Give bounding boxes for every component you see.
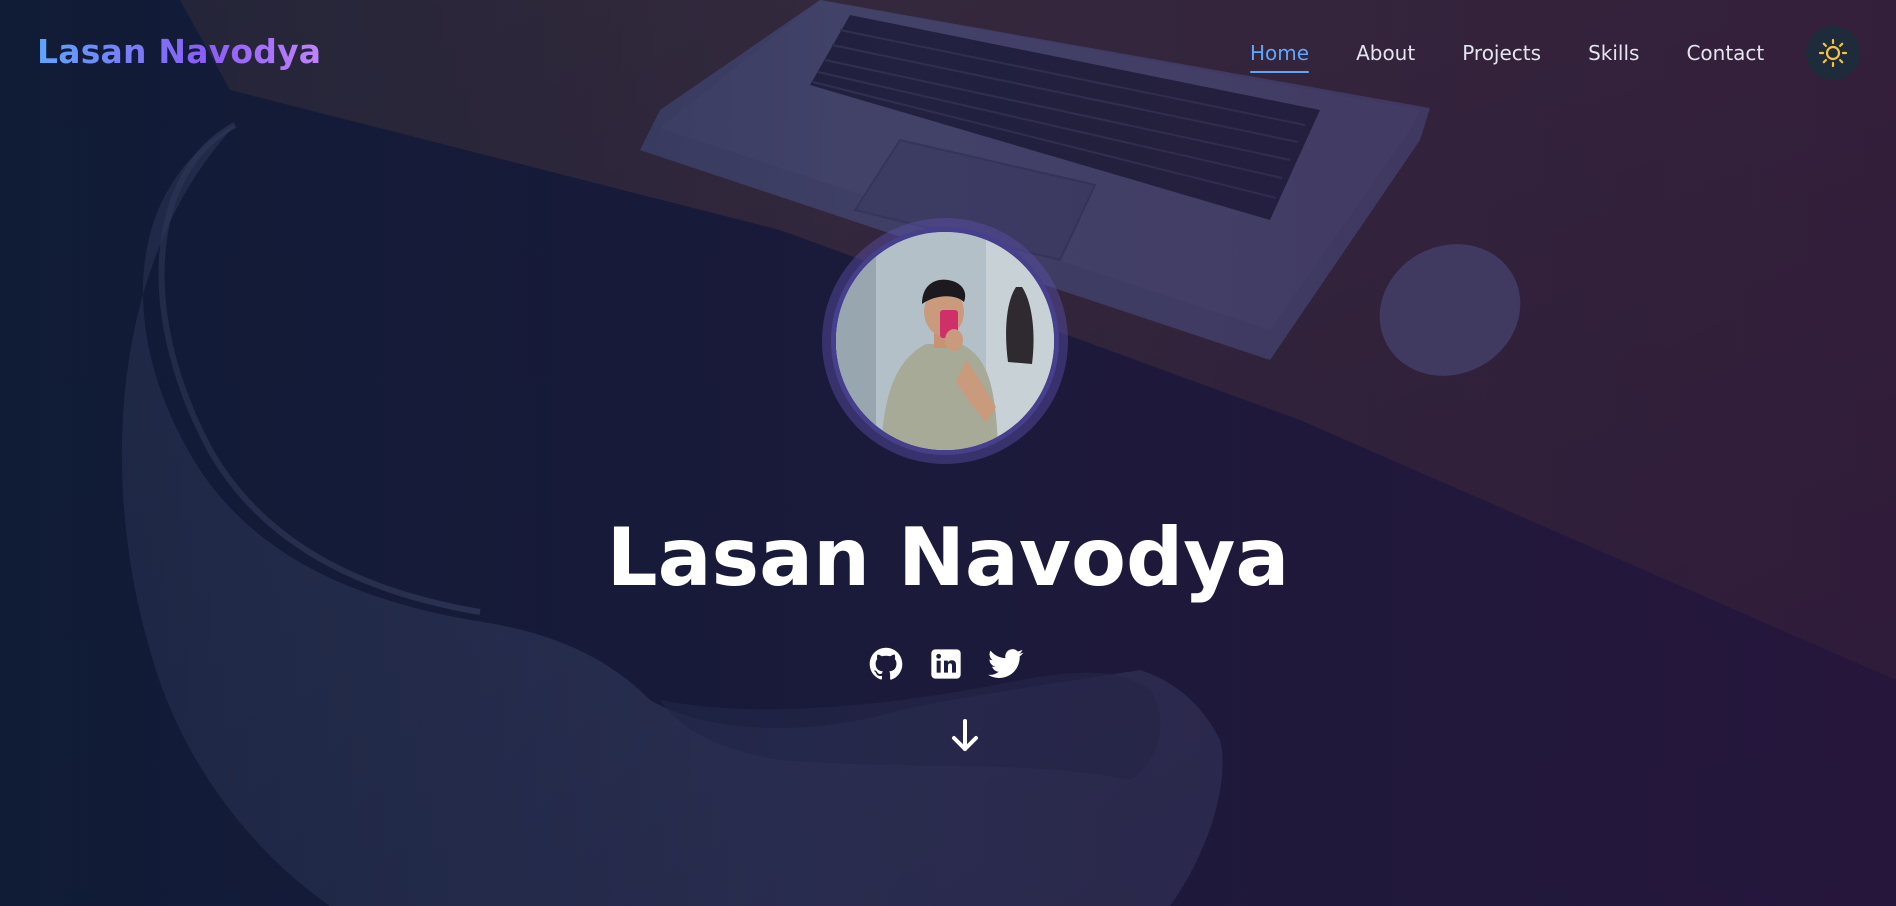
navbar: Lasan Navodya Home About Projects Skills… — [0, 0, 1896, 108]
scroll-down-button[interactable] — [948, 716, 982, 756]
nav-link-home[interactable]: Home — [1250, 38, 1310, 73]
avatar — [831, 227, 1059, 455]
brand-logo[interactable]: Lasan Navodya — [37, 32, 321, 72]
linkedin-icon — [931, 649, 961, 679]
page: Lasan Navodya Home About Projects Skills… — [0, 0, 1896, 906]
twitter-link[interactable] — [988, 646, 1024, 682]
arrow-down-icon — [952, 719, 978, 751]
social-links — [868, 646, 1024, 682]
nav-link-projects[interactable]: Projects — [1462, 38, 1541, 68]
twitter-icon — [988, 649, 1024, 678]
linkedin-link[interactable] — [928, 646, 964, 682]
nav-link-skills[interactable]: Skills — [1588, 38, 1639, 68]
hero-name: Lasan Navodya — [606, 511, 1290, 604]
github-link[interactable] — [868, 646, 904, 682]
sun-icon — [1818, 38, 1848, 68]
nav-link-about[interactable]: About — [1356, 38, 1415, 68]
avatar-ring — [822, 218, 1068, 464]
nav-links: Home About Projects Skills Contact — [1250, 38, 1811, 73]
nav-link-contact[interactable]: Contact — [1686, 38, 1764, 68]
theme-toggle-button[interactable] — [1806, 26, 1860, 80]
github-icon — [869, 647, 903, 680]
